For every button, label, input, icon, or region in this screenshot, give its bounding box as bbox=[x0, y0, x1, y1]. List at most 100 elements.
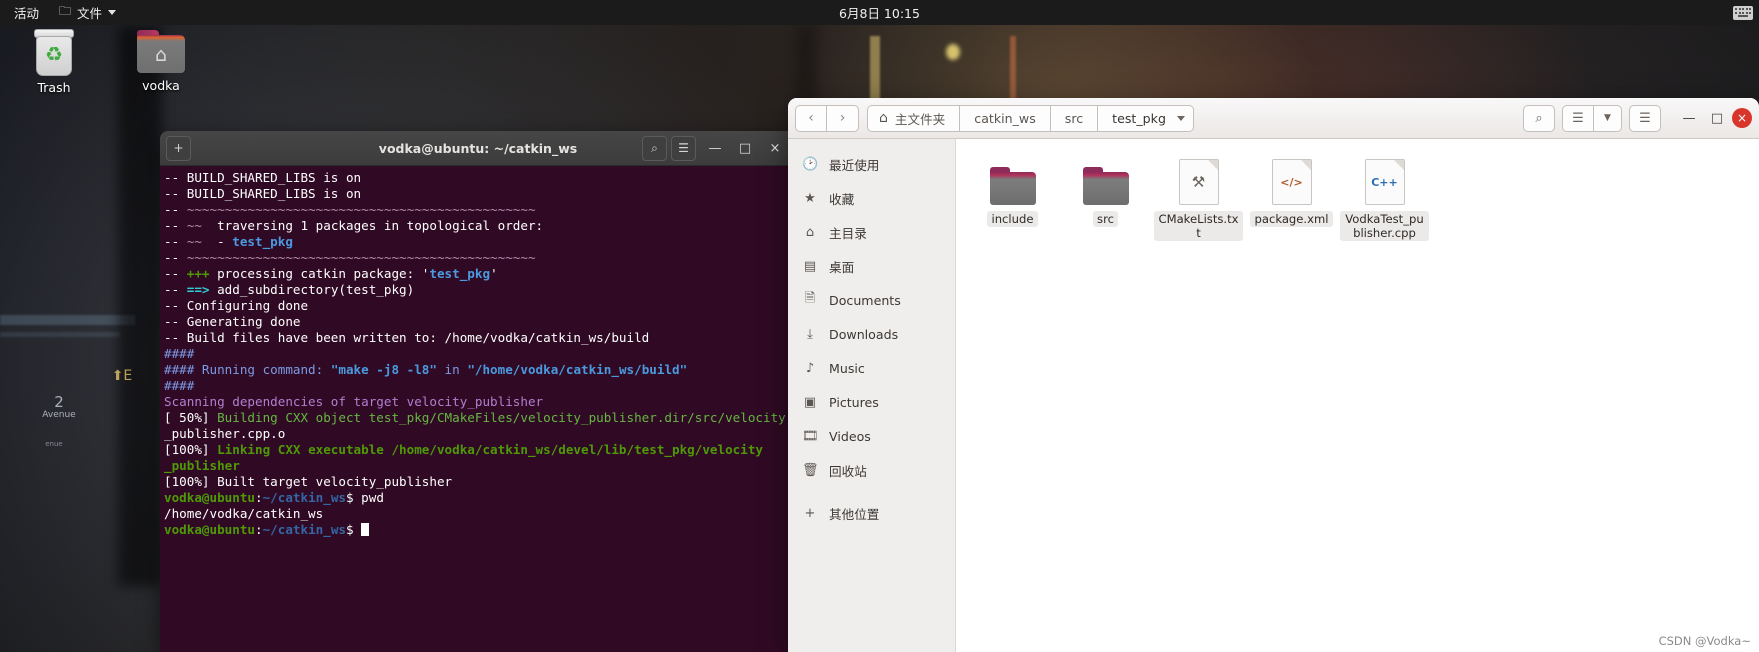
file-item[interactable]: </> package.xml bbox=[1245, 153, 1338, 247]
files-search-button[interactable]: ⌕ bbox=[1523, 104, 1555, 132]
sidebar-item-label: 其他位置 bbox=[829, 506, 880, 522]
sidebar-item-label: 主目录 bbox=[829, 225, 867, 241]
breadcrumb-item-test-pkg[interactable]: test_pkg bbox=[1098, 104, 1194, 132]
breadcrumb-label: catkin_ws bbox=[974, 110, 1036, 126]
close-icon: × bbox=[1736, 111, 1748, 125]
files-minimize-button[interactable]: — bbox=[1676, 105, 1702, 131]
terminal-line: vodka@ubuntu:~/catkin_ws$ pwd bbox=[164, 490, 796, 506]
terminal-text: : bbox=[255, 490, 263, 505]
terminal-minimize-button[interactable]: — bbox=[700, 132, 730, 164]
plus-icon: + bbox=[173, 141, 184, 155]
file-item[interactable]: ⚒ CMakeLists.txt bbox=[1152, 153, 1245, 247]
forward-button[interactable]: › bbox=[827, 104, 859, 132]
breadcrumb: ⌂ 主文件夹 catkin_ws src test_pkg bbox=[867, 104, 1194, 132]
files-content-area[interactable]: include src ⚒ CMakeLists.txt </> package.xml C… bbox=[956, 139, 1759, 652]
file-item-label: VodkaTest_publisher.cpp bbox=[1340, 211, 1429, 241]
terminal-output[interactable]: -- BUILD_SHARED_LIBS is on -- BUILD_SHARE… bbox=[160, 166, 796, 538]
app-menu-files[interactable]: 🗀 文件 bbox=[49, 0, 126, 25]
files-maximize-button[interactable]: □ bbox=[1704, 105, 1730, 131]
breadcrumb-item-catkin-ws[interactable]: catkin_ws bbox=[960, 104, 1051, 132]
sidebar-item-回收站[interactable]: 🗑 回收站 bbox=[788, 453, 955, 487]
hamburger-icon: ☰ bbox=[1639, 110, 1651, 126]
terminal-line: -- ~~ - test_pkg bbox=[164, 234, 796, 250]
terminal-window: + vodka@ubuntu: ~/catkin_ws ⌕ ☰ — □ × --… bbox=[160, 131, 796, 652]
terminal-line: -- Generating done bbox=[164, 314, 796, 330]
breadcrumb-item-home[interactable]: ⌂ 主文件夹 bbox=[867, 104, 961, 132]
terminal-line: -- Configuring done bbox=[164, 298, 796, 314]
terminal-text: ~/catkin_ws bbox=[262, 490, 346, 505]
terminal-line: #### bbox=[164, 346, 796, 362]
sidebar-item-label: Documents bbox=[829, 292, 901, 308]
keyboard-icon[interactable] bbox=[1733, 5, 1753, 20]
file-item[interactable]: include bbox=[966, 153, 1059, 247]
clock-label: 6月8日 10:15 bbox=[839, 6, 920, 21]
terminal-text: processing catkin package: ' bbox=[209, 266, 430, 281]
terminal-line: #### Running command: "make -j8 -l8" in … bbox=[164, 362, 796, 378]
minimize-icon: — bbox=[1682, 110, 1696, 126]
home-icon: ⌂ bbox=[879, 110, 888, 126]
terminal-line: _publisher bbox=[164, 458, 796, 474]
breadcrumb-item-src[interactable]: src bbox=[1050, 104, 1099, 132]
plus-icon: + bbox=[804, 505, 816, 521]
terminal-text: vodka@ubuntu bbox=[164, 522, 255, 537]
search-icon: ⌕ bbox=[651, 140, 658, 155]
terminal-text: Building CXX object test_pkg/CMakeFiles/… bbox=[217, 410, 786, 425]
new-tab-button[interactable]: + bbox=[166, 135, 191, 161]
sidebar-item-documents[interactable]: 🗎 Documents bbox=[788, 283, 955, 317]
clock-button[interactable]: 6月8日 10:15 bbox=[780, 3, 980, 22]
files-menu-button[interactable]: ☰ bbox=[1629, 104, 1661, 132]
back-button[interactable]: ‹ bbox=[795, 104, 827, 132]
sidebar-item-pictures[interactable]: ▣ Pictures bbox=[788, 385, 955, 419]
folder-icon bbox=[968, 159, 1057, 205]
sidebar-item-其他位置[interactable]: + 其他位置 bbox=[788, 496, 955, 530]
terminal-line: -- ==> add_subdirectory(test_pkg) bbox=[164, 282, 796, 298]
desktop-screen: 2 Avenue enue ⬆E 活动 🗀 文件 6月8日 10:15 ♻ Tr… bbox=[0, 0, 1759, 652]
terminal-line: -- ~~ traversing 1 packages in topologic… bbox=[164, 218, 796, 234]
terminal-text: _publisher bbox=[164, 458, 240, 473]
terminal-line: /home/vodka/catkin_ws bbox=[164, 506, 796, 522]
terminal-text: ~~ bbox=[186, 218, 202, 233]
activities-button[interactable]: 活动 bbox=[4, 0, 49, 25]
minimize-icon: — bbox=[708, 140, 722, 156]
terminal-text: ' bbox=[490, 266, 498, 281]
sidebar-item-收藏[interactable]: ★ 收藏 bbox=[788, 181, 955, 215]
terminal-text: ==> bbox=[186, 282, 210, 297]
file-item[interactable]: C++ VodkaTest_publisher.cpp bbox=[1338, 153, 1431, 247]
terminal-text: -- bbox=[164, 202, 187, 217]
terminal-menu-button[interactable]: ☰ bbox=[671, 135, 696, 161]
sidebar-item-桌面[interactable]: ▤ 桌面 bbox=[788, 249, 955, 283]
terminal-maximize-button[interactable]: □ bbox=[730, 132, 760, 164]
terminal-text: -- BUILD_SHARED_LIBS is on bbox=[164, 170, 362, 185]
sidebar-item-label: Music bbox=[829, 360, 865, 376]
sidebar-item-videos[interactable]: 🎞 Videos bbox=[788, 419, 955, 453]
sidebar-item-最近使用[interactable]: 🕑 最近使用 bbox=[788, 147, 955, 181]
sidebar-item-主目录[interactable]: ⌂ 主目录 bbox=[788, 215, 955, 249]
files-close-button[interactable]: × bbox=[1732, 108, 1752, 128]
sidebar-item-music[interactable]: ♪ Music bbox=[788, 351, 955, 385]
desktop-icon-trash[interactable]: ♻ Trash bbox=[11, 28, 97, 95]
sidebar-item-label: Downloads bbox=[829, 326, 899, 342]
home-icon: ⌂ bbox=[805, 224, 815, 240]
desktop-icon-vodka[interactable]: ⌂ vodka bbox=[118, 30, 204, 93]
terminal-titlebar[interactable]: + vodka@ubuntu: ~/catkin_ws ⌕ ☰ — □ × bbox=[160, 131, 796, 166]
folder-icon bbox=[1061, 159, 1150, 205]
watermark: CSDN @Vodka~ bbox=[1658, 634, 1751, 648]
view-options-button[interactable]: ▼ bbox=[1594, 104, 1622, 132]
terminal-search-button[interactable]: ⌕ bbox=[642, 135, 667, 161]
terminal-text: Scanning dependencies of target velocity… bbox=[164, 394, 544, 409]
files-titlebar[interactable]: ‹ › ⌂ 主文件夹 catkin_ws src test_pkg ⌕ ☰ ▼ … bbox=[788, 98, 1759, 139]
sidebar-item-downloads[interactable]: ⤓ Downloads bbox=[788, 317, 955, 351]
terminal-text: test_pkg bbox=[232, 234, 293, 249]
sidebar-item-label: 回收站 bbox=[829, 463, 867, 479]
breadcrumb-label: test_pkg bbox=[1112, 110, 1166, 126]
file-item[interactable]: src bbox=[1059, 153, 1152, 247]
terminal-close-button[interactable]: × bbox=[760, 132, 790, 164]
trash-icon: 🗑 bbox=[802, 462, 819, 478]
terminal-text: #### bbox=[164, 378, 195, 393]
terminal-text: $ pwd bbox=[346, 490, 384, 505]
terminal-text: ~/catkin_ws bbox=[262, 522, 346, 537]
sidebar-item-label: Videos bbox=[829, 428, 871, 444]
list-view-button[interactable]: ☰ bbox=[1562, 104, 1594, 132]
terminal-text: in bbox=[436, 362, 468, 377]
files-sidebar: 🕑 最近使用 ★ 收藏 ⌂ 主目录 ▤ 桌面 🗎 Documents ⤓ Downloads ♪ Musi… bbox=[788, 139, 956, 652]
